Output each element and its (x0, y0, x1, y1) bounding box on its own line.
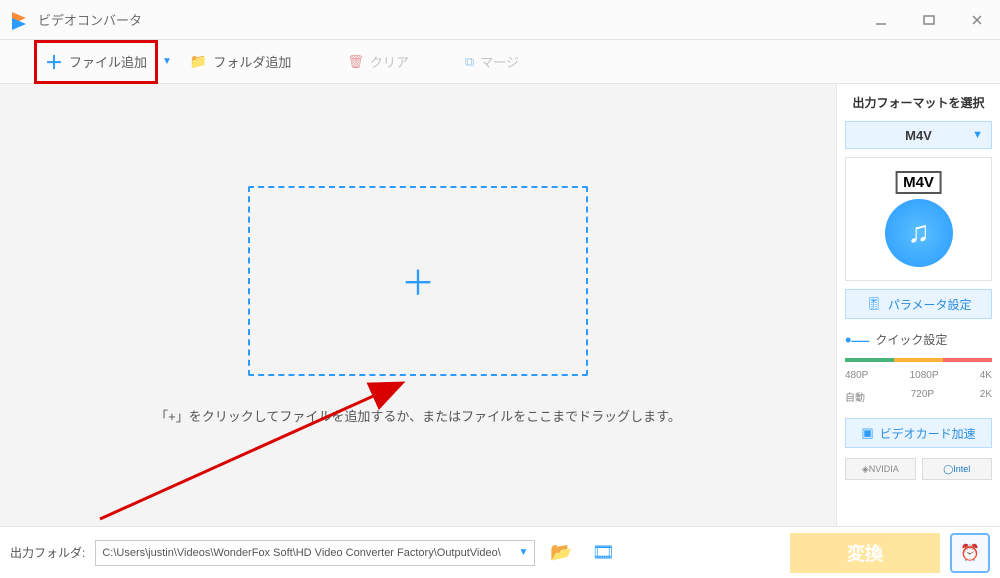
clear-button[interactable]: 🗑 クリア (339, 48, 417, 75)
add-folder-label: フォルダ追加 (213, 52, 291, 71)
output-path-value: C:\Users\justin\Videos\WonderFox Soft\HD… (102, 547, 500, 559)
open-output-button[interactable]: 🎞 (587, 540, 619, 566)
add-file-label: ファイル追加 (69, 52, 147, 71)
chevron-down-icon: ▼ (518, 547, 528, 558)
intel-icon: ◯ (943, 464, 953, 475)
chip-icon: ▣ (861, 425, 873, 441)
close-button[interactable] (962, 5, 992, 35)
arrow-annotation (90, 364, 430, 534)
music-note-icon: ♫ (907, 216, 930, 250)
param-label: パラメータ設定 (888, 296, 972, 313)
nvidia-icon: ◈ (862, 464, 869, 475)
quick-settings-label: •— クイック設定 (845, 331, 992, 348)
format-preview[interactable]: M4V ♫ (845, 157, 992, 281)
sidebar: 出力フォーマットを選択 M4V ▼ M4V ♫ 🎚 パラメータ設定 •— クイッ… (836, 84, 1000, 526)
format-badge: M4V (895, 171, 942, 194)
drop-area: ＋ 「+」をクリックしてファイルを追加するか、またはファイルをここまでドラッグし… (0, 84, 836, 526)
bottombar: 出力フォルダ: C:\Users\justin\Videos\WonderFox… (0, 526, 1000, 578)
merge-label: マージ (480, 52, 519, 71)
app-title: ビデオコンバータ (38, 10, 866, 29)
nvidia-chip: ◈ NVIDIA (845, 458, 916, 480)
parameter-settings-button[interactable]: 🎚 パラメータ設定 (845, 289, 992, 319)
browse-folder-button[interactable]: 📂 (545, 540, 577, 566)
scheduler-button[interactable]: ⏰ (950, 533, 990, 573)
highlight-annotation: ＋ ファイル追加 (34, 40, 158, 84)
film-icon: 🎞 (592, 542, 615, 563)
dropzone[interactable]: ＋ (248, 186, 588, 376)
output-path-select[interactable]: C:\Users\justin\Videos\WonderFox Soft\HD… (95, 540, 535, 566)
output-folder-label: 出力フォルダ: (10, 544, 85, 561)
merge-icon: ⧉ (465, 54, 474, 70)
convert-button[interactable]: 変換 (790, 533, 940, 573)
sliders-icon: 🎚 (865, 296, 882, 312)
maximize-button[interactable] (914, 5, 944, 35)
plus-icon: ＋ (45, 49, 63, 75)
minimize-button[interactable] (866, 5, 896, 35)
alarm-clock-icon: ⏰ (960, 543, 980, 563)
clear-label: クリア (370, 52, 409, 71)
resolution-row-top: 480P1080P4K (845, 370, 992, 381)
chevron-down-icon: ▼ (972, 129, 983, 141)
m4v-icon: M4V ♫ (879, 169, 959, 269)
dropzone-plus-icon: ＋ (401, 256, 435, 305)
add-file-dropdown[interactable]: ▼ (162, 56, 172, 67)
gpu-label: ビデオカード加速 (880, 425, 976, 442)
dropzone-hint: 「+」をクリックしてファイルを追加するか、またはファイルをここまでドラッグします… (155, 406, 681, 425)
sidebar-title: 出力フォーマットを選択 (845, 94, 992, 111)
add-file-button[interactable]: ＋ ファイル追加 (37, 45, 155, 79)
add-folder-button[interactable]: 📁 フォルダ追加 (182, 48, 299, 75)
titlebar: ビデオコンバータ (0, 0, 1000, 40)
resolution-slider[interactable] (845, 358, 992, 362)
output-format-value: M4V (905, 128, 932, 143)
output-format-select[interactable]: M4V ▼ (845, 121, 992, 149)
app-logo-icon (8, 9, 30, 31)
toolbar: ＋ ファイル追加 ▼ 📁 フォルダ追加 🗑 クリア ⧉ マージ (0, 40, 1000, 84)
folder-icon: 📁 (190, 53, 207, 70)
folder-open-icon: 📂 (550, 542, 572, 563)
merge-button[interactable]: ⧉ マージ (457, 48, 527, 75)
intel-chip: ◯ Intel (922, 458, 993, 480)
gpu-accel-button[interactable]: ▣ ビデオカード加速 (845, 418, 992, 448)
convert-label: 変換 (847, 540, 883, 566)
trash-icon: 🗑 (347, 54, 364, 70)
resolution-row-bottom: 自動720P2K (845, 389, 992, 404)
